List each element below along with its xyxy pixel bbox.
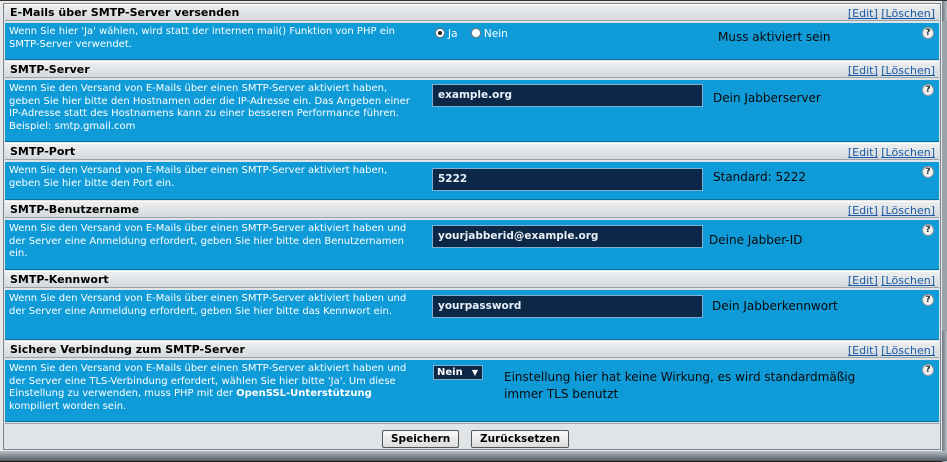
setting-description: Wenn Sie den Versand von E-Mails über ei…: [9, 363, 407, 412]
radio-no[interactable]: [470, 28, 481, 38]
radio-yes-label: Ja: [448, 28, 458, 40]
delete-link[interactable]: [Löschen]: [881, 204, 935, 217]
help-icon[interactable]: ?: [922, 166, 934, 178]
radio-no-label: Nein: [483, 28, 508, 40]
smtp-server-input[interactable]: example.org: [432, 84, 703, 107]
settings-table: E-Mails über SMTP-Server versenden [Edit…: [3, 3, 941, 450]
setting-row-smtp-server: Wenn Sie den Versand von E-Mails über ei…: [5, 80, 939, 142]
select-value: Nein: [437, 367, 463, 378]
section-title: SMTP-Kennwort: [10, 273, 109, 286]
note-text: Dein Jabberkennwort: [712, 299, 838, 313]
section-title: E-Mails über SMTP-Server versenden: [10, 6, 240, 19]
section-title: SMTP-Benutzername: [10, 203, 140, 216]
smtp-port-input[interactable]: 5222: [432, 168, 703, 191]
edit-link[interactable]: [Edit]: [848, 274, 878, 287]
edit-link[interactable]: [Edit]: [848, 7, 878, 20]
smtp-secure-select[interactable]: Nein ▼: [433, 365, 483, 380]
setting-row-smtp-enable: Wenn Sie hier 'Ja' wählen, wird statt de…: [5, 23, 939, 60]
note-text: Muss aktiviert sein: [718, 30, 831, 44]
smtp-enable-radio-group: Ja Nein: [435, 28, 518, 40]
setting-description: Wenn Sie den Versand von E-Mails über ei…: [9, 293, 407, 317]
setting-description: Wenn Sie den Versand von E-Mails über ei…: [9, 83, 410, 132]
section-header-smtp-port: SMTP-Port [Edit] [Löschen]: [5, 143, 939, 160]
section-title: SMTP-Port: [10, 145, 76, 158]
note-text: Deine Jabber-ID: [709, 233, 803, 247]
section-header-smtp-enable: E-Mails über SMTP-Server versenden [Edit…: [5, 4, 939, 21]
note-text: Einstellung hier hat keine Wirkung, es w…: [504, 370, 856, 401]
smtp-username-input[interactable]: yourjabberid@example.org: [432, 225, 703, 248]
help-icon[interactable]: ?: [922, 364, 934, 376]
setting-row-smtp-port: Wenn Sie den Versand von E-Mails über ei…: [5, 162, 939, 200]
section-header-smtp-username: SMTP-Benutzername [Edit] [Löschen]: [5, 201, 939, 218]
help-icon[interactable]: ?: [922, 84, 934, 96]
window-bottom-edge: [0, 451, 947, 461]
delete-link[interactable]: [Löschen]: [881, 146, 935, 159]
section-header-smtp-server: SMTP-Server [Edit] [Löschen]: [5, 61, 939, 78]
save-button[interactable]: Speichern: [382, 430, 460, 448]
section-title: Sichere Verbindung zum SMTP-Server: [10, 343, 245, 356]
edit-link[interactable]: [Edit]: [848, 146, 878, 159]
chevron-down-icon: ▼: [471, 368, 478, 377]
edit-link[interactable]: [Edit]: [848, 64, 878, 77]
delete-link[interactable]: [Löschen]: [881, 64, 935, 77]
section-header-smtp-password: SMTP-Kennwort [Edit] [Löschen]: [5, 271, 939, 288]
note-text: Dein Jabberserver: [713, 91, 821, 105]
setting-row-smtp-password: Wenn Sie den Versand von E-Mails über ei…: [5, 290, 939, 340]
delete-link[interactable]: [Löschen]: [881, 274, 935, 287]
edit-link[interactable]: [Edit]: [848, 204, 878, 217]
section-title: SMTP-Server: [10, 63, 90, 76]
setting-description: Wenn Sie den Versand von E-Mails über ei…: [9, 223, 407, 259]
edit-link[interactable]: [Edit]: [848, 344, 878, 357]
note-text: Standard: 5222: [713, 170, 806, 184]
setting-row-smtp-username: Wenn Sie den Versand von E-Mails über ei…: [5, 220, 939, 270]
form-footer: Speichern Zurücksetzen: [5, 423, 939, 449]
openssl-bold-text: OpenSSL-Unterstützung: [236, 388, 372, 399]
section-header-smtp-secure: Sichere Verbindung zum SMTP-Server [Edit…: [5, 341, 939, 358]
smtp-password-input[interactable]: yourpassword: [432, 295, 703, 318]
delete-link[interactable]: [Löschen]: [881, 344, 935, 357]
help-icon[interactable]: ?: [922, 294, 934, 306]
help-icon[interactable]: ?: [922, 27, 934, 39]
reset-button[interactable]: Zurücksetzen: [471, 430, 570, 448]
radio-yes[interactable]: [435, 28, 445, 38]
setting-description: Wenn Sie den Versand von E-Mails über ei…: [9, 165, 388, 189]
help-icon[interactable]: ?: [922, 224, 934, 236]
delete-link[interactable]: [Löschen]: [881, 7, 935, 20]
page-frame: E-Mails über SMTP-Server versenden [Edit…: [0, 0, 947, 462]
setting-row-smtp-secure: Wenn Sie den Versand von E-Mails über ei…: [5, 360, 939, 422]
scrollbar-thumb[interactable]: [942, 21, 947, 331]
setting-description: Wenn Sie hier 'Ja' wählen, wird statt de…: [9, 26, 395, 50]
